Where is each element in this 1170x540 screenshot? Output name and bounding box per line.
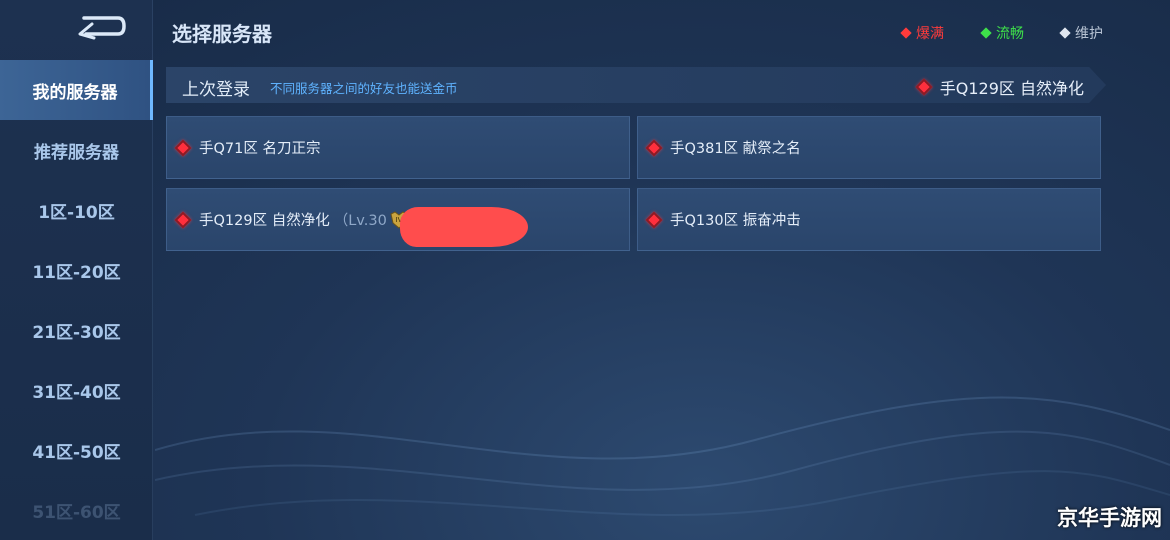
page-title: 选择服务器 [172, 22, 272, 46]
full-status-icon [174, 139, 192, 156]
sidebar-item-zone-51-60[interactable]: 51区-60区 [0, 480, 153, 540]
last-login-server[interactable]: 手Q129区 自然净化 [915, 75, 1084, 99]
legend-smooth: 流畅 [980, 23, 1024, 43]
site-watermark: 京华手游网 [1057, 506, 1162, 530]
smooth-status-icon [980, 27, 992, 39]
sidebar-item-zone-41-50[interactable]: 41区-50区 [0, 420, 153, 480]
sidebar-item-zone-21-30[interactable]: 21区-30区 [0, 300, 153, 360]
last-login-bar: 上次登录 不同服务器之间的好友也能送金币 手Q129区 自然净化 [166, 67, 1106, 103]
legend-label-full: 爆满 [916, 26, 944, 42]
legend-label-maintenance: 维护 [1075, 26, 1103, 42]
full-status-icon [900, 27, 912, 39]
legend-label-smooth: 流畅 [996, 26, 1024, 42]
server-card[interactable]: 手Q129区 自然净化 （Lv.30 IV [166, 188, 630, 251]
background-swirl [155, 396, 1170, 516]
sidebar-item-zone-31-40[interactable]: 31区-40区 [0, 360, 153, 420]
player-level: （Lv.30 [333, 213, 387, 229]
full-status-icon [645, 139, 663, 156]
server-card[interactable]: 手Q130区 振奋冲击 [637, 188, 1101, 251]
redaction-mark [400, 207, 528, 247]
sidebar-item-zone-1-10[interactable]: 1区-10区 [0, 180, 153, 240]
maintenance-status-icon [1059, 27, 1071, 39]
full-status-icon [915, 78, 933, 96]
back-arrow-icon[interactable] [74, 12, 126, 42]
sidebar-item-recommended[interactable]: 推荐服务器 [0, 120, 153, 180]
server-name: 手Q381区 献祭之名 [670, 141, 801, 157]
legend-full: 爆满 [900, 23, 944, 43]
server-name: 手Q129区 自然净化 [199, 213, 330, 229]
full-status-icon [174, 211, 192, 228]
last-login-server-name: 手Q129区 自然净化 [939, 79, 1084, 98]
legend-maintenance: 维护 [1059, 23, 1103, 43]
server-name: 手Q130区 振奋冲击 [670, 213, 801, 229]
sidebar-item-zone-11-20[interactable]: 11区-20区 [0, 240, 153, 300]
full-status-icon [645, 211, 663, 228]
server-card[interactable]: 手Q71区 名刀正宗 [166, 116, 630, 179]
server-card[interactable]: 手Q381区 献祭之名 [637, 116, 1101, 179]
last-login-label: 上次登录 [182, 80, 250, 100]
last-login-hint: 不同服务器之间的好友也能送金币 [270, 81, 458, 96]
sidebar: 我的服务器 推荐服务器 1区-10区 11区-20区 21区-30区 31区-4… [0, 0, 153, 540]
server-name: 手Q71区 名刀正宗 [199, 141, 321, 157]
sidebar-item-my-servers[interactable]: 我的服务器 [0, 60, 153, 120]
